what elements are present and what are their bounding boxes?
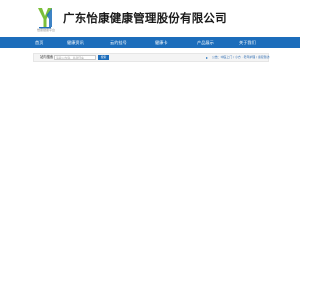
announcement-icon: ▸ [206,55,209,60]
nav-item-registration[interactable]: 云约挂号 [110,37,127,48]
nav-item-products[interactable]: 产品展示 [197,37,214,48]
search-input[interactable] [54,55,96,60]
nav-item-home[interactable]: 首页 [35,37,43,48]
nav-item-health-news[interactable]: 健康资讯 [67,37,84,48]
company-name: 广东怡康健康管理股份有限公司 [63,11,227,25]
company-logo-icon[interactable] [37,7,53,29]
logo-caption: 怡康健康平台 [36,28,55,32]
search-label: 站内搜索 [40,55,54,59]
search-button[interactable]: 搜索 [98,55,109,60]
main-nav: 首页 健康资讯 云约挂号 健康卡 产品展示 关于我们 [0,37,300,48]
nav-item-about-us[interactable]: 关于我们 [239,37,256,48]
search-bar: 站内搜索 搜索 ▸ 公告：中医上门 / 小方 · 老年护理 / 康复随访 [33,53,270,62]
site-header: 怡康健康平台 广东怡康健康管理股份有限公司 [0,0,300,37]
announcement-text[interactable]: 公告：中医上门 / 小方 · 老年护理 / 康复随访 [212,54,270,61]
page-root: 怡康健康平台 广东怡康健康管理股份有限公司 首页 健康资讯 云约挂号 健康卡 产… [0,0,300,300]
nav-item-health-card[interactable]: 健康卡 [155,37,168,48]
